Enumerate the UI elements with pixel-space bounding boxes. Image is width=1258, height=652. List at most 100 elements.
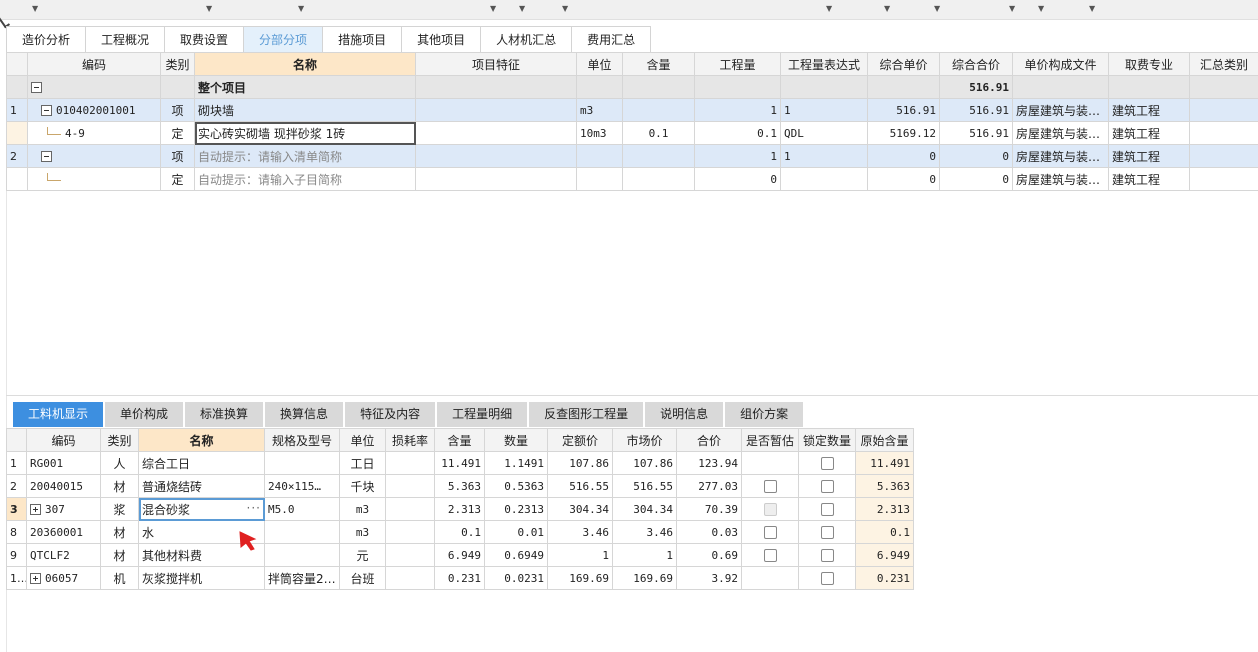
name-cell[interactable]: 砌块墙 xyxy=(195,99,416,122)
feature-cell[interactable] xyxy=(416,145,577,168)
lock-quantity-cell[interactable] xyxy=(799,452,856,475)
fee-major-cell[interactable]: 建筑工程 xyxy=(1109,145,1190,168)
header-lock-quantity[interactable]: 锁定数量 xyxy=(799,429,856,452)
unit-cell[interactable] xyxy=(577,145,623,168)
quota-price-cell[interactable]: 3.46 xyxy=(548,521,613,544)
spec-cell[interactable]: M5.0 xyxy=(265,498,340,521)
header-quantity[interactable]: 工程量 xyxy=(695,53,781,76)
lock-quantity-cell[interactable] xyxy=(799,475,856,498)
provisional-cell[interactable] xyxy=(742,544,799,567)
total-price-cell[interactable]: 516.91 xyxy=(940,99,1013,122)
header-original-content[interactable]: 原始含量 xyxy=(856,429,914,452)
expression-cell[interactable]: 1 xyxy=(781,99,868,122)
content-cell[interactable]: 2.313 xyxy=(435,498,485,521)
code-cell[interactable] xyxy=(28,145,161,168)
code-cell[interactable]: QTCLF2 xyxy=(27,544,101,567)
price-file-cell[interactable]: 房屋建筑与装… xyxy=(1013,145,1109,168)
quota-price-cell[interactable]: 107.86 xyxy=(548,452,613,475)
content-cell[interactable] xyxy=(623,99,695,122)
spec-cell[interactable]: 240×115… xyxy=(265,475,340,498)
dropdown-arrow-icon[interactable]: ▼ xyxy=(32,4,38,13)
provisional-cell[interactable] xyxy=(742,475,799,498)
summary-category-cell[interactable] xyxy=(1190,168,1258,191)
spec-cell[interactable] xyxy=(265,521,340,544)
header-fee-major[interactable]: 取费专业 xyxy=(1109,53,1190,76)
content-cell[interactable] xyxy=(623,76,695,99)
header-name[interactable]: 名称 xyxy=(139,429,265,452)
type-cell[interactable]: 材 xyxy=(101,544,139,567)
header-total-price[interactable]: 综合合价 xyxy=(940,53,1013,76)
code-cell[interactable] xyxy=(28,76,161,99)
dropdown-arrow-icon[interactable]: ▼ xyxy=(884,4,890,13)
original-content-cell[interactable]: 5.363 xyxy=(856,475,914,498)
unit-cell[interactable]: 元 xyxy=(340,544,386,567)
provisional-checkbox[interactable] xyxy=(764,526,777,539)
provisional-checkbox[interactable] xyxy=(764,480,777,493)
spec-cell[interactable] xyxy=(265,544,340,567)
header-expression[interactable]: 工程量表达式 xyxy=(781,53,868,76)
tab-labor-material-display[interactable]: 工料机显示 xyxy=(13,402,103,427)
dropdown-arrow-icon[interactable]: ▼ xyxy=(206,4,212,13)
loss-rate-cell[interactable] xyxy=(386,567,435,590)
content-cell[interactable]: 11.491 xyxy=(435,452,485,475)
total-price-cell[interactable]: 0 xyxy=(940,145,1013,168)
total-cell[interactable]: 70.39 xyxy=(677,498,742,521)
market-price-cell[interactable]: 107.86 xyxy=(613,452,677,475)
header-code[interactable]: 编码 xyxy=(27,429,101,452)
original-content-cell[interactable]: 0.231 xyxy=(856,567,914,590)
price-file-cell[interactable]: 房屋建筑与装… xyxy=(1013,168,1109,191)
lock-checkbox[interactable] xyxy=(821,549,834,562)
code-cell[interactable]: 4-9 xyxy=(28,122,161,145)
content-cell[interactable]: 0.231 xyxy=(435,567,485,590)
feature-cell[interactable] xyxy=(416,99,577,122)
expand-icon[interactable] xyxy=(30,573,41,584)
feature-cell[interactable] xyxy=(416,76,577,99)
tab-description-info[interactable]: 说明信息 xyxy=(645,402,723,427)
type-cell[interactable]: 人 xyxy=(101,452,139,475)
price-file-cell[interactable]: 房屋建筑与装… xyxy=(1013,122,1109,145)
collapse-icon[interactable] xyxy=(41,151,52,162)
tab-quantity-details[interactable]: 工程量明细 xyxy=(437,402,527,427)
code-cell[interactable] xyxy=(28,168,161,191)
expression-cell[interactable]: QDL xyxy=(781,122,868,145)
code-cell[interactable]: 20040015 xyxy=(27,475,101,498)
unit-cell[interactable]: 台班 xyxy=(340,567,386,590)
unit-cell[interactable] xyxy=(577,168,623,191)
total-cell[interactable]: 0.69 xyxy=(677,544,742,567)
fee-major-cell[interactable]: 建筑工程 xyxy=(1109,122,1190,145)
header-type[interactable]: 类别 xyxy=(101,429,139,452)
total-cell[interactable]: 123.94 xyxy=(677,452,742,475)
total-price-cell[interactable]: 516.91 xyxy=(940,122,1013,145)
original-content-cell[interactable]: 11.491 xyxy=(856,452,914,475)
market-price-cell[interactable]: 304.34 xyxy=(613,498,677,521)
unit-cell[interactable]: 10m3 xyxy=(577,122,623,145)
expand-icon[interactable] xyxy=(30,504,41,515)
total-cell[interactable]: 3.92 xyxy=(677,567,742,590)
loss-rate-cell[interactable] xyxy=(386,475,435,498)
dropdown-arrow-icon[interactable]: ▼ xyxy=(1089,4,1095,13)
lock-quantity-cell[interactable] xyxy=(799,567,856,590)
market-price-cell[interactable]: 516.55 xyxy=(613,475,677,498)
original-content-cell[interactable]: 0.1 xyxy=(856,521,914,544)
header-quantity[interactable]: 数量 xyxy=(485,429,548,452)
tab-other-items[interactable]: 其他项目 xyxy=(402,26,481,53)
spec-cell[interactable]: 拌筒容量2… xyxy=(265,567,340,590)
name-cell[interactable]: 自动提示：请输入清单简称 xyxy=(195,145,416,168)
quota-price-cell[interactable]: 304.34 xyxy=(548,498,613,521)
type-cell[interactable]: 浆 xyxy=(101,498,139,521)
table-row[interactable]: 1 RG001 人 综合工日 工日 11.491 1.1491 107.86 1… xyxy=(7,452,914,475)
unit-cell[interactable]: 千块 xyxy=(340,475,386,498)
code-cell[interactable]: 010402001001 xyxy=(28,99,161,122)
type-cell[interactable]: 定 xyxy=(161,168,195,191)
market-price-cell[interactable]: 169.69 xyxy=(613,567,677,590)
table-row[interactable]: 3 307 浆 混合砂浆··· M5.0 m3 2.313 0.2313 304… xyxy=(7,498,914,521)
price-file-cell[interactable] xyxy=(1013,76,1109,99)
fee-major-cell[interactable]: 建筑工程 xyxy=(1109,168,1190,191)
unit-cell[interactable]: m3 xyxy=(340,521,386,544)
quantity-cell[interactable]: 1 xyxy=(695,145,781,168)
header-loss-rate[interactable]: 损耗率 xyxy=(386,429,435,452)
provisional-cell[interactable] xyxy=(742,521,799,544)
unit-price-cell[interactable]: 5169.12 xyxy=(868,122,940,145)
original-content-cell[interactable]: 2.313 xyxy=(856,498,914,521)
type-cell[interactable]: 机 xyxy=(101,567,139,590)
